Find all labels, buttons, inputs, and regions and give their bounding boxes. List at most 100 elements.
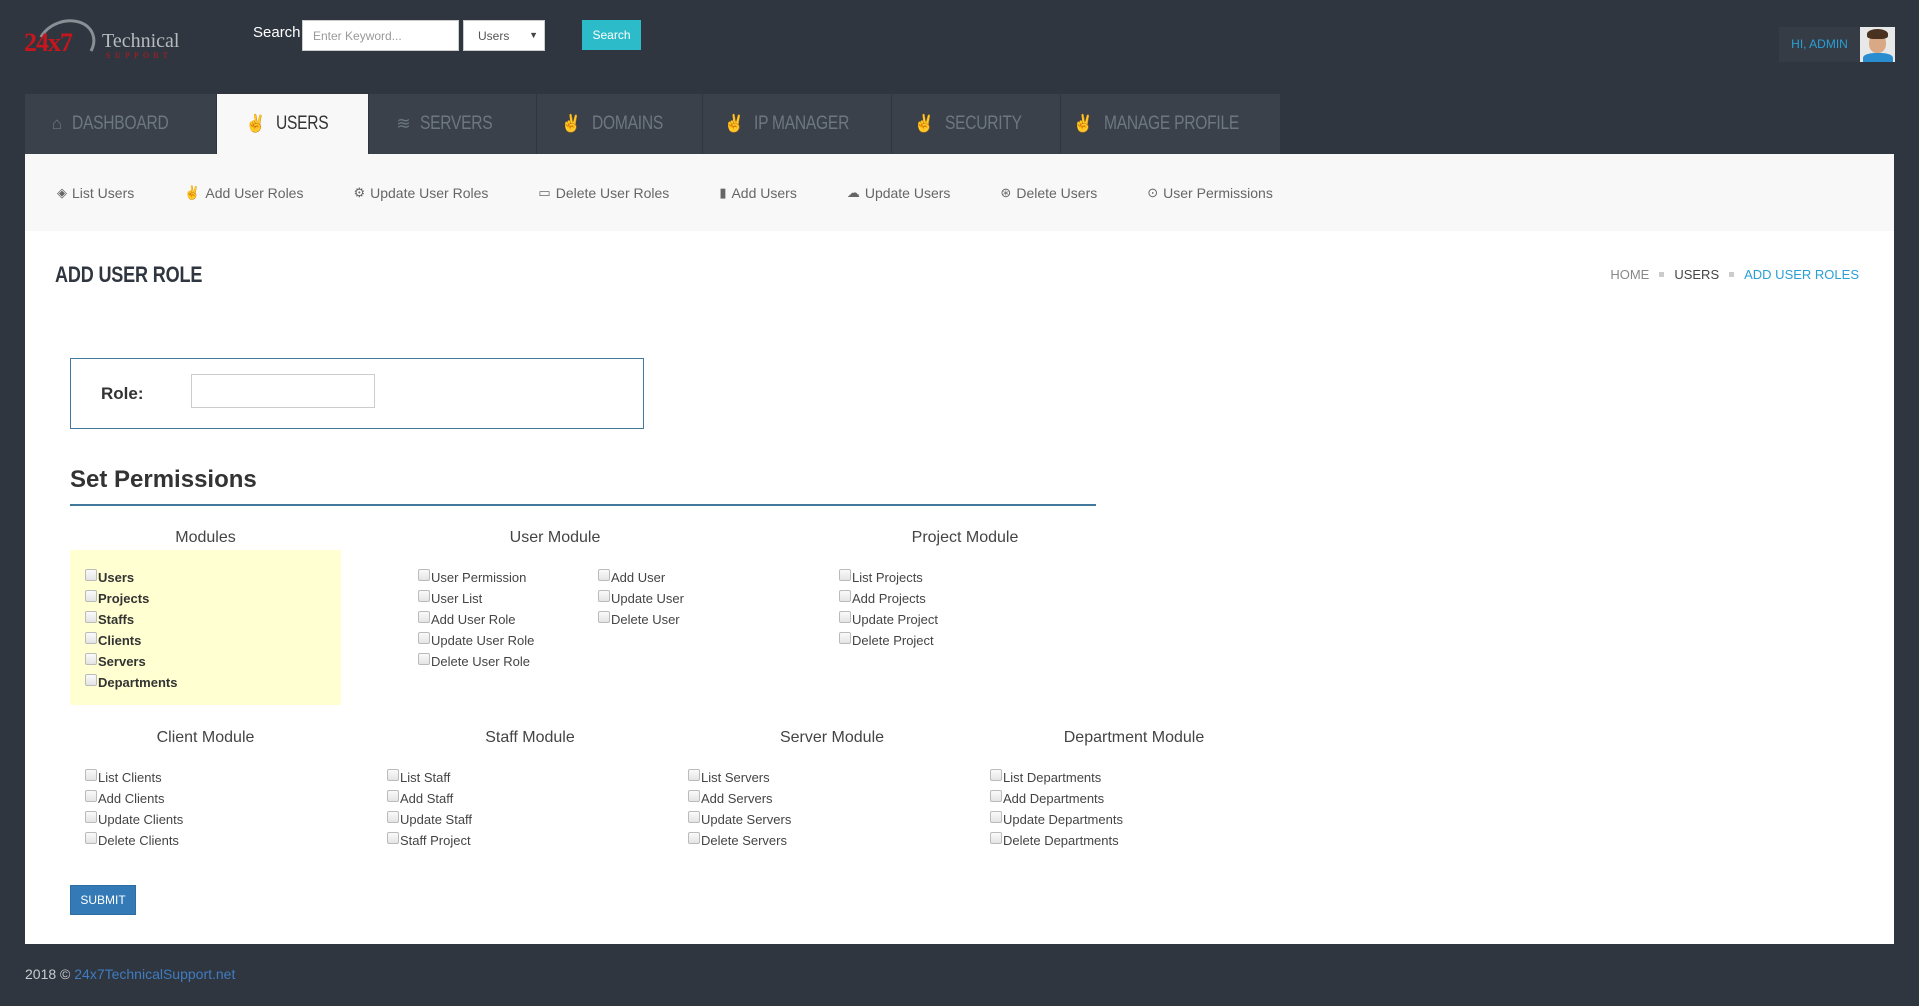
permission-option[interactable]: Departments — [85, 672, 177, 693]
permission-option[interactable]: Delete Servers — [688, 830, 791, 851]
checkbox[interactable] — [990, 789, 1002, 802]
tab-security[interactable]: ✌ SECURITY — [892, 94, 1061, 154]
checkbox[interactable] — [688, 768, 700, 781]
permission-option[interactable]: Update Departments — [990, 809, 1123, 830]
permission-option[interactable]: Update Project — [839, 609, 938, 630]
checkbox[interactable] — [85, 568, 97, 581]
permission-option[interactable]: List Servers — [688, 767, 791, 788]
checkbox[interactable] — [85, 810, 97, 823]
footer: 2018 © 24x7TechnicalSupport.net — [25, 966, 235, 982]
checkbox[interactable] — [598, 610, 610, 623]
checkbox[interactable] — [688, 789, 700, 802]
checkbox[interactable] — [85, 652, 97, 665]
checkbox-label: Add User — [611, 570, 666, 585]
checkbox[interactable] — [839, 568, 851, 581]
tab-ip-manager[interactable]: ✌ IP MANAGER — [703, 94, 892, 154]
permission-option[interactable]: Delete Project — [839, 630, 938, 651]
checkbox[interactable] — [418, 631, 430, 644]
subnav-item-update-users[interactable]: ☁ Update Users — [847, 185, 951, 201]
breadcrumb-users[interactable]: USERS — [1674, 267, 1719, 282]
checkbox[interactable] — [839, 631, 851, 644]
checkbox[interactable] — [387, 789, 399, 802]
permission-option[interactable]: List Departments — [990, 767, 1123, 788]
permission-option[interactable]: Staff Project — [387, 830, 472, 851]
checkbox[interactable] — [990, 768, 1002, 781]
subnav-item-add-users[interactable]: ▮ Add Users — [719, 185, 797, 201]
tab-servers[interactable]: ≋ SERVERS — [369, 94, 537, 154]
permission-option[interactable]: Add Servers — [688, 788, 791, 809]
permission-option[interactable]: Servers — [85, 651, 177, 672]
checkbox[interactable] — [85, 610, 97, 623]
checkbox[interactable] — [839, 589, 851, 602]
checkbox[interactable] — [85, 631, 97, 644]
permission-option[interactable]: Projects — [85, 588, 177, 609]
checkbox[interactable] — [418, 568, 430, 581]
permission-option[interactable]: Delete User — [598, 609, 684, 630]
avatar[interactable] — [1860, 27, 1895, 62]
search-category-select[interactable]: Users ▼ — [463, 20, 545, 51]
permission-option[interactable]: User List — [418, 588, 534, 609]
checkbox[interactable] — [387, 768, 399, 781]
permission-option[interactable]: Delete User Role — [418, 651, 534, 672]
subnav-item-list-users[interactable]: ◈ List Users — [57, 185, 134, 201]
checkbox[interactable] — [418, 589, 430, 602]
tab-users[interactable]: ✌ USERS — [217, 94, 369, 154]
footer-link[interactable]: 24x7TechnicalSupport.net — [74, 966, 235, 982]
permission-option[interactable]: Add Clients — [85, 788, 183, 809]
checkbox[interactable] — [990, 810, 1002, 823]
checkbox[interactable] — [688, 831, 700, 844]
permission-option[interactable]: Delete Departments — [990, 830, 1123, 851]
permission-option[interactable]: Update User — [598, 588, 684, 609]
checkbox-label: Delete Project — [852, 633, 934, 648]
search-input[interactable] — [302, 20, 459, 51]
permission-option[interactable]: Update Staff — [387, 809, 472, 830]
subnav-item-user-permissions[interactable]: ⊙ User Permissions — [1147, 185, 1273, 201]
role-label: Role: — [101, 384, 144, 403]
permission-option[interactable]: Add Projects — [839, 588, 938, 609]
checkbox[interactable] — [85, 789, 97, 802]
permission-option[interactable]: Update Servers — [688, 809, 791, 830]
checkbox[interactable] — [990, 831, 1002, 844]
tab-domains[interactable]: ✌ DOMAINS — [537, 94, 703, 154]
checkbox[interactable] — [387, 810, 399, 823]
permission-option[interactable]: Add Departments — [990, 788, 1123, 809]
logo[interactable]: 24x7 Technical SUPPORT — [22, 11, 182, 77]
checkbox[interactable] — [387, 831, 399, 844]
checkbox[interactable] — [598, 568, 610, 581]
tab-dashboard[interactable]: ⌂ DASHBOARD — [25, 94, 217, 154]
checkbox[interactable] — [688, 810, 700, 823]
checkbox[interactable] — [85, 589, 97, 602]
subnav-label: Delete User Roles — [555, 184, 670, 201]
subnav-item-update-user-roles[interactable]: ⚙ Update User Roles — [353, 185, 488, 201]
permission-option[interactable]: Clients — [85, 630, 177, 651]
permission-option[interactable]: Add User — [598, 567, 684, 588]
checkbox[interactable] — [839, 610, 851, 623]
user-greeting[interactable]: HI, ADMIN — [1779, 27, 1860, 62]
permission-option[interactable]: Add Staff — [387, 788, 472, 809]
permission-option[interactable]: List Projects — [839, 567, 938, 588]
permission-option[interactable]: Update User Role — [418, 630, 534, 651]
permission-option[interactable]: Update Clients — [85, 809, 183, 830]
checkbox[interactable] — [598, 589, 610, 602]
hand-icon: ✌ — [1072, 114, 1094, 133]
permission-option[interactable]: List Clients — [85, 767, 183, 788]
checkbox[interactable] — [85, 673, 97, 686]
checkbox[interactable] — [85, 831, 97, 844]
permission-option[interactable]: User Permission — [418, 567, 534, 588]
search-button[interactable]: Search — [582, 20, 641, 50]
submit-button[interactable]: SUBMIT — [70, 885, 136, 915]
subnav-item-delete-users[interactable]: ⊛ Delete Users — [1000, 185, 1097, 201]
checkbox[interactable] — [85, 768, 97, 781]
checkbox[interactable] — [418, 652, 430, 665]
subnav-item-delete-user-roles[interactable]: ▭ Delete User Roles — [538, 185, 669, 201]
tab-manage-profile[interactable]: ✌ MANAGE PROFILE — [1061, 94, 1281, 154]
subnav-item-add-user-roles[interactable]: ✌ Add User Roles — [184, 185, 303, 201]
role-input[interactable] — [191, 374, 375, 408]
permission-option[interactable]: Users — [85, 567, 177, 588]
breadcrumb-home[interactable]: HOME — [1610, 267, 1649, 282]
permission-option[interactable]: Delete Clients — [85, 830, 183, 851]
permission-option[interactable]: Staffs — [85, 609, 177, 630]
permission-option[interactable]: List Staff — [387, 767, 472, 788]
checkbox[interactable] — [418, 610, 430, 623]
permission-option[interactable]: Add User Role — [418, 609, 534, 630]
